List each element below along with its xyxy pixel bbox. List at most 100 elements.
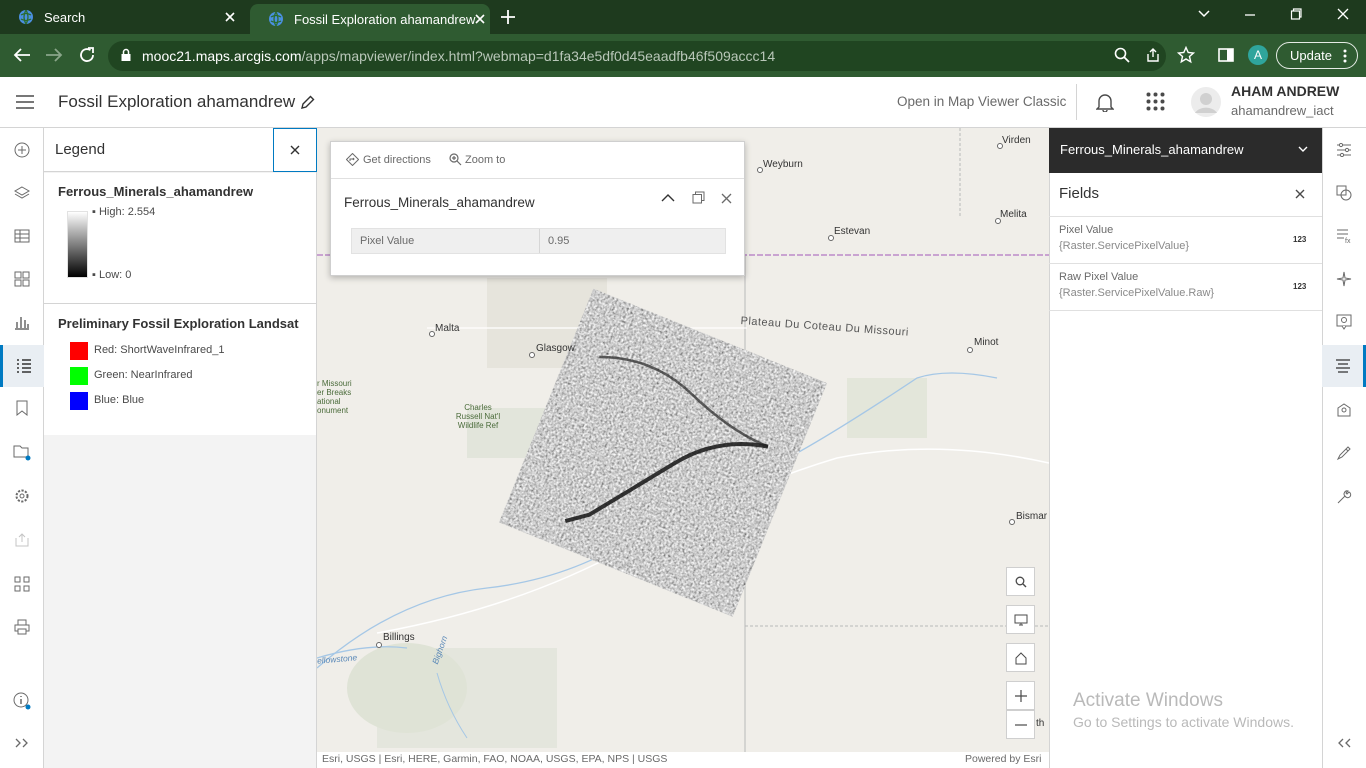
expand-icon[interactable] — [0, 723, 44, 763]
home-button[interactable] — [1006, 643, 1035, 672]
field-row[interactable]: Raw Pixel Value {Raster.ServicePixelValu… — [1049, 264, 1322, 310]
layer-dropdown-label: Ferrous_Minerals_ahamandrew — [1060, 142, 1244, 157]
ramp-high-value: High: 2.554 — [98, 206, 156, 218]
lock-icon[interactable] — [120, 48, 132, 62]
collapse-icon[interactable] — [1322, 723, 1366, 763]
legend-layer-name: Preliminary Fossil Exploration Landsat — [58, 316, 299, 331]
field-row[interactable]: Pixel Value {Raster.ServicePixelValue} 1… — [1049, 217, 1322, 263]
globe-icon — [268, 11, 284, 27]
legend-icon[interactable] — [0, 345, 44, 387]
bookmark-icon[interactable] — [0, 388, 44, 428]
fields-icon[interactable] — [1322, 345, 1366, 387]
zoom-icon[interactable] — [1114, 47, 1130, 63]
print-icon[interactable] — [0, 607, 44, 647]
monument-label: r Missouri er Breaks ational onument — [317, 379, 352, 415]
minimize-icon[interactable] — [1244, 8, 1256, 20]
city-label: Malta — [435, 323, 460, 334]
reload-icon[interactable] — [78, 46, 96, 64]
zoom-to-label: Zoom to — [465, 153, 506, 166]
user-avatar[interactable] — [1191, 87, 1221, 117]
info-icon[interactable] — [0, 681, 44, 721]
labels-icon[interactable] — [1322, 390, 1366, 430]
get-directions-action[interactable]: Get directions — [346, 153, 431, 166]
edit-pencil-icon[interactable] — [300, 95, 315, 110]
screen-button[interactable] — [1006, 605, 1035, 634]
open-classic-link[interactable]: Open in Map Viewer Classic — [897, 94, 1066, 109]
layers-icon[interactable] — [0, 173, 44, 213]
star-icon[interactable] — [1177, 46, 1195, 64]
green-swatch — [70, 367, 88, 385]
city-dot — [967, 347, 973, 353]
close-window-icon[interactable] — [1337, 8, 1349, 20]
share-icon[interactable] — [1145, 47, 1161, 63]
configure-icon[interactable] — [1322, 477, 1366, 517]
sketch-icon[interactable] — [1322, 433, 1366, 473]
update-button[interactable]: Update — [1276, 42, 1358, 69]
add-icon[interactable] — [0, 130, 44, 170]
city-label: Billings — [383, 632, 415, 643]
wildlife-refuge-label: Charles Russell Nat'l Wildlife Ref — [455, 403, 501, 430]
settings-icon[interactable] — [0, 476, 44, 516]
legend-close-button[interactable] — [273, 128, 317, 172]
sidepanel-icon[interactable] — [1218, 47, 1234, 63]
close-icon[interactable] — [475, 9, 485, 29]
popups-icon[interactable] — [1322, 302, 1366, 342]
search-button[interactable] — [1006, 567, 1035, 596]
apps-grid-icon[interactable] — [1146, 92, 1165, 111]
dock-icon[interactable] — [692, 191, 705, 204]
close-icon[interactable] — [220, 7, 240, 27]
folder-icon[interactable] — [0, 432, 44, 472]
tab-fossil-exploration[interactable]: Fossil Exploration ahamandrew — [250, 4, 490, 34]
city-label: Virden — [1002, 135, 1031, 146]
table-icon[interactable] — [0, 216, 44, 256]
effects-icon[interactable] — [1322, 259, 1366, 299]
properties-icon[interactable] — [1322, 130, 1366, 170]
legend-title: Legend — [55, 141, 106, 158]
profile-avatar[interactable]: A — [1248, 45, 1268, 65]
svg-text:fx: fx — [1345, 238, 1351, 244]
new-tab-icon[interactable] — [499, 8, 517, 26]
restore-icon[interactable] — [1290, 8, 1302, 20]
basemap-icon[interactable] — [0, 259, 44, 299]
ramp-high-label: ▪ High: 2.554 — [92, 206, 156, 218]
red-swatch — [70, 342, 88, 360]
chevron-down-icon[interactable] — [1197, 9, 1211, 19]
menu-icon[interactable] — [16, 95, 34, 109]
numeric-type-icon: 123 — [1293, 235, 1307, 244]
charts-icon[interactable] — [0, 302, 44, 342]
apps-icon[interactable] — [0, 564, 44, 604]
tab-label: Fossil Exploration ahamandrew — [294, 11, 476, 27]
popup-title: Ferrous_Minerals_ahamandrew — [344, 195, 535, 210]
fields-expression-icon[interactable]: fx — [1322, 216, 1366, 256]
field-expression: {Raster.ServicePixelValue.Raw} — [1059, 287, 1215, 299]
layer-dropdown[interactable]: Ferrous_Minerals_ahamandrew — [1049, 128, 1322, 173]
close-icon[interactable] — [1295, 189, 1305, 199]
collapse-up-icon[interactable] — [661, 193, 675, 202]
zoom-to-action[interactable]: Zoom to — [449, 153, 505, 166]
close-icon[interactable] — [721, 193, 732, 204]
more-vert-icon — [1343, 49, 1347, 63]
zoom-out-button[interactable] — [1006, 710, 1035, 739]
styles-icon[interactable] — [1322, 173, 1366, 213]
city-dot — [1009, 519, 1015, 525]
minus-icon — [1014, 718, 1028, 732]
label-line: er Breaks — [317, 388, 352, 397]
activate-windows-title: Activate Windows — [1073, 690, 1223, 711]
bell-icon[interactable] — [1096, 92, 1114, 112]
attribution-text[interactable]: Esri, USGS | Esri, HERE, Garmin, FAO, NO… — [322, 753, 667, 765]
activate-windows-subtitle: Go to Settings to activate Windows. — [1073, 714, 1294, 730]
popup-field-row: Pixel Value 0.95 — [351, 228, 726, 254]
url-text: mooc21.maps.arcgis.com/apps/mapviewer/in… — [142, 48, 775, 64]
back-icon[interactable] — [13, 47, 31, 63]
legend-layer-name: Ferrous_Minerals_ahamandrew — [58, 184, 254, 199]
share-icon[interactable] — [0, 520, 44, 560]
forward-icon[interactable] — [45, 47, 63, 63]
divider — [1049, 310, 1322, 311]
powered-by-esri[interactable]: Powered by Esri — [965, 753, 1041, 765]
close-icon — [290, 145, 300, 155]
tab-search[interactable]: Search — [0, 0, 248, 34]
zoom-in-button[interactable] — [1006, 681, 1035, 710]
user-id: ahamandrew_iact — [1231, 103, 1334, 118]
zoom-to-icon — [449, 153, 462, 166]
city-label: Bismar — [1016, 511, 1048, 522]
